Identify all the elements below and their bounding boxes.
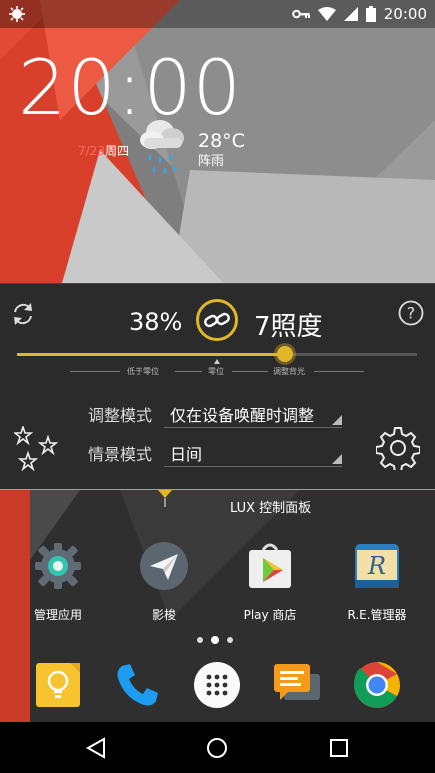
app-label: 影梭 xyxy=(151,608,176,622)
scale-line xyxy=(175,371,202,372)
app-label: Play 商店 xyxy=(243,608,297,622)
svg-text:?: ? xyxy=(407,304,416,323)
app-shadowsocks[interactable]: 影梭 xyxy=(114,540,214,623)
back-icon[interactable] xyxy=(84,736,108,760)
scene-mode-label: 情景模式 xyxy=(88,445,153,464)
gear-app-icon xyxy=(35,543,81,589)
refresh-icon[interactable] xyxy=(10,301,36,327)
brightness-percent: 38% xyxy=(129,308,183,336)
gear-icon[interactable] xyxy=(376,426,420,470)
page-dot xyxy=(227,637,233,643)
home-icon[interactable] xyxy=(205,736,229,760)
cell-signal-icon xyxy=(343,7,358,21)
clock-date[interactable]: 7/23周四 xyxy=(78,142,129,159)
weather-condition: 阵雨 xyxy=(198,154,225,169)
page-indicator xyxy=(197,636,233,644)
scene-mode-select[interactable]: 日间 xyxy=(170,441,202,465)
app-label: 管理应用 xyxy=(33,608,82,622)
adjust-mode-caret[interactable] xyxy=(332,415,342,425)
stars-icon[interactable] xyxy=(14,426,60,472)
weekday-text: 周四 xyxy=(104,144,129,158)
lux-value: 7照度 xyxy=(254,312,323,342)
scene-mode-underline xyxy=(164,466,342,467)
re-manager-icon: R xyxy=(355,544,399,588)
app-drawer-icon[interactable] xyxy=(192,660,242,710)
navigation-bar xyxy=(0,722,435,773)
widget-pin-icon xyxy=(158,490,172,507)
chrome-icon[interactable] xyxy=(352,660,402,710)
adjust-mode-underline xyxy=(164,427,342,428)
app-play-store[interactable]: Play 商店 xyxy=(220,540,320,623)
scale-line xyxy=(232,371,268,372)
page-dot xyxy=(197,637,203,643)
app-re-manager[interactable]: R R.E.管理器 xyxy=(327,540,427,623)
scale-line xyxy=(314,371,364,372)
status-bar: 20:00 xyxy=(0,0,435,28)
app-label: R.E.管理器 xyxy=(347,608,407,622)
scale-line xyxy=(70,371,120,372)
battery-icon xyxy=(365,6,376,22)
wifi-icon xyxy=(317,6,336,21)
status-time: 20:00 xyxy=(383,5,427,23)
page-dot-active xyxy=(211,636,219,644)
help-icon[interactable]: ? xyxy=(398,300,424,326)
recents-icon[interactable] xyxy=(327,736,351,760)
phone-icon[interactable] xyxy=(112,660,162,710)
slider-thumb[interactable] xyxy=(277,346,293,362)
scale-label-adjust-backlight: 调整背光 xyxy=(273,367,305,376)
play-store-icon xyxy=(249,543,291,588)
date-text: 7/23 xyxy=(78,144,105,158)
slider-fill xyxy=(17,353,285,356)
app-manage-apps[interactable]: 管理应用 xyxy=(8,540,108,623)
scene-mode-caret[interactable] xyxy=(332,454,342,464)
lux-panel: ? 38% 7照度 低于零位 零位 调整背光 调整模式 仅在设备唤醒时调整 情景… xyxy=(0,283,435,490)
messages-icon[interactable] xyxy=(272,660,322,710)
adjust-mode-label: 调整模式 xyxy=(88,406,153,425)
clock-time[interactable]: 20:00 xyxy=(18,40,242,136)
link-icon[interactable] xyxy=(195,298,239,342)
keep-lightbulb-icon[interactable] xyxy=(33,660,83,710)
key-icon xyxy=(291,9,310,19)
brightness-slider[interactable] xyxy=(17,346,417,362)
lux-widget-caption: LUX 控制面板 xyxy=(230,501,312,516)
scale-label-zero: 零位 xyxy=(208,367,224,376)
paper-plane-icon xyxy=(140,542,188,590)
app-notification-icon xyxy=(9,6,25,22)
zero-marker xyxy=(214,359,220,364)
adjust-mode-select[interactable]: 仅在设备唤醒时调整 xyxy=(170,402,314,426)
rain-cloud-icon[interactable] xyxy=(138,116,188,178)
temperature: 28°C xyxy=(198,130,245,152)
scale-label-below-zero: 低于零位 xyxy=(127,367,159,376)
svg-text:R: R xyxy=(367,552,386,580)
